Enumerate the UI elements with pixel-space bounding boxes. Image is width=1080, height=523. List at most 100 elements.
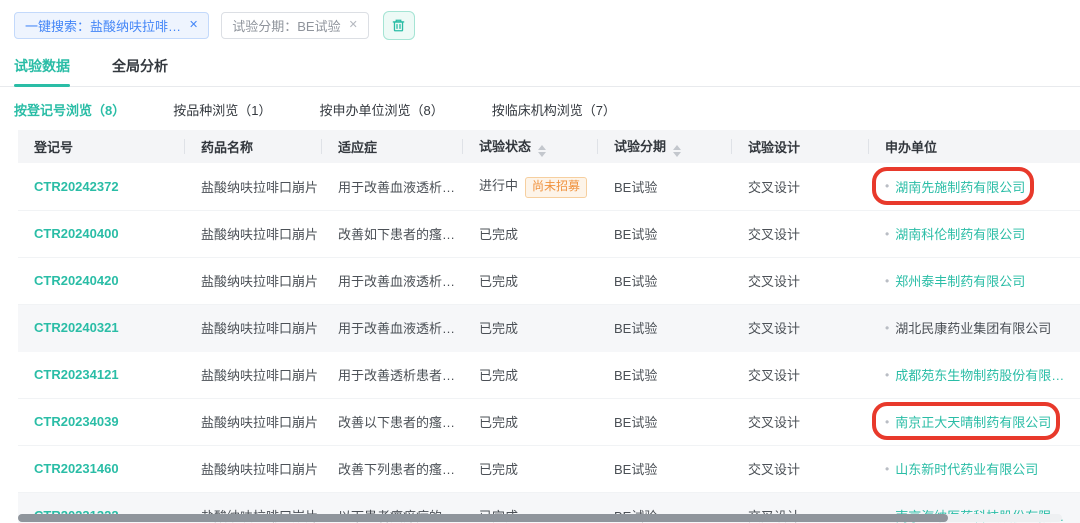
drug-name-cell: 盐酸纳呋拉啡口崩片 [185, 210, 322, 257]
subnav-by-variety[interactable]: 按品种浏览（1） [173, 100, 271, 119]
sponsor-cell-inner: • 湖南先施制药有限公司 [885, 177, 1025, 196]
trial-status-text: 已完成 [479, 462, 518, 477]
table-row[interactable]: CTR20240321 盐酸纳呋拉啡口崩片 用于改善血液透析… 已完成 BE试验… [18, 304, 1080, 351]
subnav-by-registration[interactable]: 按登记号浏览（8） [14, 100, 125, 119]
trial-status-cell: 已完成 [463, 257, 598, 304]
sponsor-link[interactable]: 山东新时代药业有限公司 [895, 459, 1038, 478]
table-row[interactable]: CTR20240400 盐酸纳呋拉啡口崩片 改善如下患者的瘙… 已完成 BE试验… [18, 210, 1080, 257]
sponsor-cell: • 湖南先施制药有限公司 [869, 163, 1080, 210]
column-label: 适应症 [338, 140, 377, 155]
table-row[interactable]: CTR20231460 盐酸纳呋拉啡口崩片 改善下列患者的瘙… 已完成 BE试验… [18, 445, 1080, 492]
table-row[interactable]: CTR20242372 盐酸纳呋拉啡口崩片 用于改善血液透析… 进行中尚未招募 … [18, 163, 1080, 210]
column-label: 登记号 [34, 140, 73, 155]
registration-number-link[interactable]: CTR20240321 [34, 320, 119, 335]
sort-icon[interactable] [673, 145, 681, 157]
main-tabs: 试验数据 全局分析 [0, 40, 1080, 87]
sponsor-link[interactable]: 湖南先施制药有限公司 [895, 177, 1025, 196]
column-header[interactable]: 试验分期 [598, 130, 732, 163]
sponsor-cell-inner: • 成都苑东生物制药股份有限… [885, 365, 1064, 384]
sponsor-link[interactable]: 湖南科伦制药有限公司 [895, 224, 1025, 243]
sponsor-cell: • 郑州泰丰制药有限公司 [869, 257, 1080, 304]
trial-design-cell: 交叉设计 [732, 163, 869, 210]
trial-status-cell: 已完成 [463, 351, 598, 398]
sponsor-link[interactable]: 郑州泰丰制药有限公司 [895, 271, 1025, 290]
sponsor-cell-inner: • 山东新时代药业有限公司 [885, 459, 1038, 478]
sponsor-cell-inner: •南京正大天晴制药有限公司 [885, 412, 1051, 431]
sponsor-cell: • 湖北民康药业集团有限公司 [869, 304, 1080, 351]
horizontal-scrollbar-thumb[interactable] [18, 514, 948, 522]
indication-cell: 改善如下患者的瘙… [322, 210, 463, 257]
clear-filters-button[interactable] [383, 11, 415, 40]
registration-number-link[interactable]: CTR20234039 [34, 414, 119, 429]
column-header: 适应症 [322, 130, 463, 163]
sponsor-link[interactable]: 成都苑东生物制药股份有限… [895, 365, 1064, 384]
trial-design-cell: 交叉设计 [732, 351, 869, 398]
registration-number-link[interactable]: CTR20242372 [34, 179, 119, 194]
column-label: 试验设计 [748, 140, 800, 155]
indication-cell: 改善下列患者的瘙… [322, 445, 463, 492]
table-row[interactable]: CTR20234039 盐酸纳呋拉啡口崩片 改善以下患者的瘙… 已完成 BE试验… [18, 398, 1080, 445]
bullet-icon: • [885, 227, 889, 241]
trial-design-cell: 交叉设计 [732, 398, 869, 445]
bullet-icon: • [885, 274, 889, 288]
trial-phase-cell: BE试验 [598, 398, 732, 445]
registration-number-link[interactable]: CTR20231460 [34, 461, 119, 476]
trial-phase-cell: BE试验 [598, 445, 732, 492]
trials-table: 登记号 药品名称 适应症 试验状态 试验分期 试验设计 申办单位 CTR20242372 盐… [18, 130, 1080, 523]
column-header: 试验设计 [732, 130, 869, 163]
sort-icon[interactable] [538, 145, 546, 157]
filter-tag-label: 一键搜索：盐酸纳呋拉啡… [25, 16, 181, 35]
subnav-by-institution[interactable]: 按临床机构浏览（7） [492, 100, 616, 119]
sponsor-cell: • 成都苑东生物制药股份有限… [869, 351, 1080, 398]
registration-number-link[interactable]: CTR20240400 [34, 226, 119, 241]
sponsor-cell: •南京正大天晴制药有限公司 [869, 398, 1080, 445]
trial-design-cell: 交叉设计 [732, 445, 869, 492]
trial-status-cell: 已完成 [463, 210, 598, 257]
column-header[interactable]: 试验状态 [463, 130, 598, 163]
sponsor-cell-inner: • 郑州泰丰制药有限公司 [885, 271, 1025, 290]
filter-bar: 一键搜索：盐酸纳呋拉啡… ✕ 试验分期：BE试验 ✕ [0, 0, 1080, 40]
trial-status-cell: 已完成 [463, 445, 598, 492]
trial-status-cell: 已完成 [463, 304, 598, 351]
drug-name-cell: 盐酸纳呋拉啡口崩片 [185, 304, 322, 351]
indication-cell: 用于改善透析患者… [322, 351, 463, 398]
column-label: 试验分期 [614, 139, 666, 154]
tag-close-icon[interactable]: ✕ [349, 20, 358, 31]
bullet-icon: • [885, 368, 889, 382]
sponsor-link[interactable]: 湖北民康药业集团有限公司 [895, 318, 1051, 337]
bullet-icon: • [885, 462, 889, 476]
filter-tag-keyword[interactable]: 一键搜索：盐酸纳呋拉啡… ✕ [14, 12, 209, 39]
sponsor-cell-inner: • 湖南科伦制药有限公司 [885, 224, 1025, 243]
indication-cell: 改善以下患者的瘙… [322, 398, 463, 445]
trial-status-text: 已完成 [479, 274, 518, 289]
trial-phase-cell: BE试验 [598, 210, 732, 257]
bullet-icon: • [885, 321, 889, 335]
registration-number-link[interactable]: CTR20234121 [34, 367, 119, 382]
trial-status-text: 已完成 [479, 227, 518, 242]
table-row[interactable]: CTR20234121 盐酸纳呋拉啡口崩片 用于改善透析患者… 已完成 BE试验… [18, 351, 1080, 398]
drug-name-cell: 盐酸纳呋拉啡口崩片 [185, 445, 322, 492]
filter-tag-phase[interactable]: 试验分期：BE试验 ✕ [221, 12, 369, 39]
column-label: 申办单位 [885, 140, 937, 155]
drug-name-cell: 盐酸纳呋拉啡口崩片 [185, 351, 322, 398]
subnav-by-sponsor[interactable]: 按申办单位浏览（8） [319, 100, 443, 119]
horizontal-scrollbar-track[interactable] [18, 514, 1062, 522]
column-header: 登记号 [18, 130, 185, 163]
indication-cell: 用于改善血液透析… [322, 257, 463, 304]
table-row[interactable]: CTR20240420 盐酸纳呋拉啡口崩片 用于改善血液透析… 已完成 BE试验… [18, 257, 1080, 304]
trash-icon [391, 18, 406, 33]
sponsor-cell: • 湖南科伦制药有限公司 [869, 210, 1080, 257]
bullet-icon: • [885, 179, 889, 193]
trial-status-text: 已完成 [479, 415, 518, 430]
column-header: 药品名称 [185, 130, 322, 163]
trial-design-cell: 交叉设计 [732, 210, 869, 257]
tab-trial-data[interactable]: 试验数据 [14, 56, 70, 86]
tag-close-icon[interactable]: ✕ [189, 20, 198, 31]
tab-global-analysis[interactable]: 全局分析 [112, 56, 168, 86]
trial-phase-cell: BE试验 [598, 257, 732, 304]
indication-cell: 用于改善血液透析… [322, 304, 463, 351]
trial-status-text: 进行中 [479, 178, 518, 193]
registration-number-link[interactable]: CTR20240420 [34, 273, 119, 288]
sponsor-link[interactable]: 南京正大天晴制药有限公司 [895, 412, 1051, 431]
trial-phase-cell: BE试验 [598, 163, 732, 210]
